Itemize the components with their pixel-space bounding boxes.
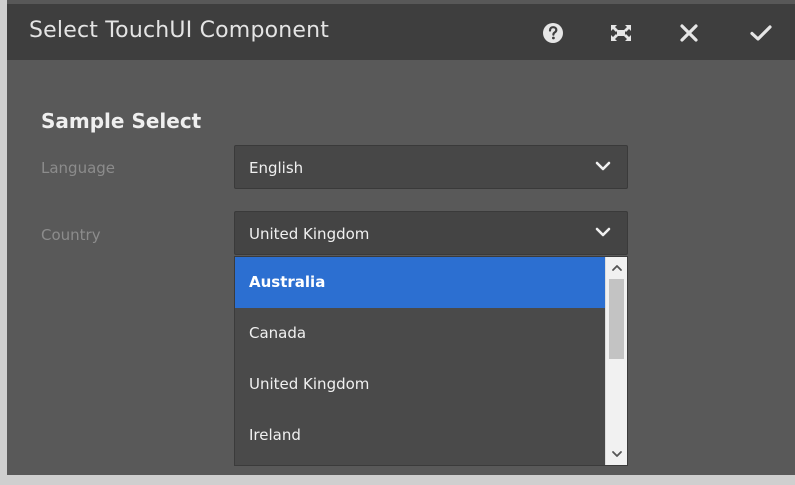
country-select-value: United Kingdom bbox=[249, 225, 370, 243]
help-circle-icon bbox=[543, 23, 563, 43]
checkmark-icon bbox=[750, 25, 772, 41]
country-option-united-kingdom[interactable]: United Kingdom bbox=[235, 359, 605, 410]
option-label: Australia bbox=[249, 273, 326, 291]
option-label: Canada bbox=[249, 324, 307, 342]
page: Select TouchUI Component Sample Select L… bbox=[0, 0, 795, 485]
done-button[interactable] bbox=[744, 16, 778, 50]
background-page-bottom bbox=[0, 475, 795, 485]
select-component-dialog: Select TouchUI Component Sample Select L… bbox=[7, 4, 795, 475]
close-x-icon bbox=[680, 24, 698, 42]
scroll-down-button[interactable] bbox=[606, 445, 627, 463]
language-label: Language bbox=[41, 159, 116, 177]
chevron-down-icon bbox=[611, 451, 622, 457]
country-select[interactable]: United Kingdom bbox=[234, 211, 628, 255]
chevron-down-icon bbox=[595, 227, 611, 237]
country-option-ireland[interactable]: Ireland bbox=[235, 410, 605, 461]
dialog-titlebar: Select TouchUI Component bbox=[7, 4, 795, 60]
close-button[interactable] bbox=[672, 16, 706, 50]
scroll-up-button[interactable] bbox=[606, 259, 627, 277]
scrollbar-thumb[interactable] bbox=[609, 279, 624, 359]
fullscreen-icon bbox=[611, 25, 631, 41]
country-label: Country bbox=[41, 226, 101, 244]
help-button[interactable] bbox=[536, 16, 570, 50]
background-page-edge bbox=[0, 0, 7, 485]
section-heading: Sample Select bbox=[41, 109, 202, 133]
chevron-down-icon bbox=[595, 161, 611, 171]
country-dropdown-list: Australia Canada United Kingdom Ireland bbox=[234, 256, 628, 466]
option-label: United Kingdom bbox=[249, 375, 370, 393]
dialog-title: Select TouchUI Component bbox=[29, 18, 330, 43]
chevron-up-icon bbox=[611, 265, 622, 271]
fullscreen-button[interactable] bbox=[604, 16, 638, 50]
language-select-value: English bbox=[249, 159, 304, 177]
dropdown-scrollbar[interactable] bbox=[605, 257, 627, 465]
option-label: Ireland bbox=[249, 426, 301, 444]
language-select[interactable]: English bbox=[234, 145, 628, 189]
country-option-australia[interactable]: Australia bbox=[235, 257, 605, 308]
country-option-canada[interactable]: Canada bbox=[235, 308, 605, 359]
